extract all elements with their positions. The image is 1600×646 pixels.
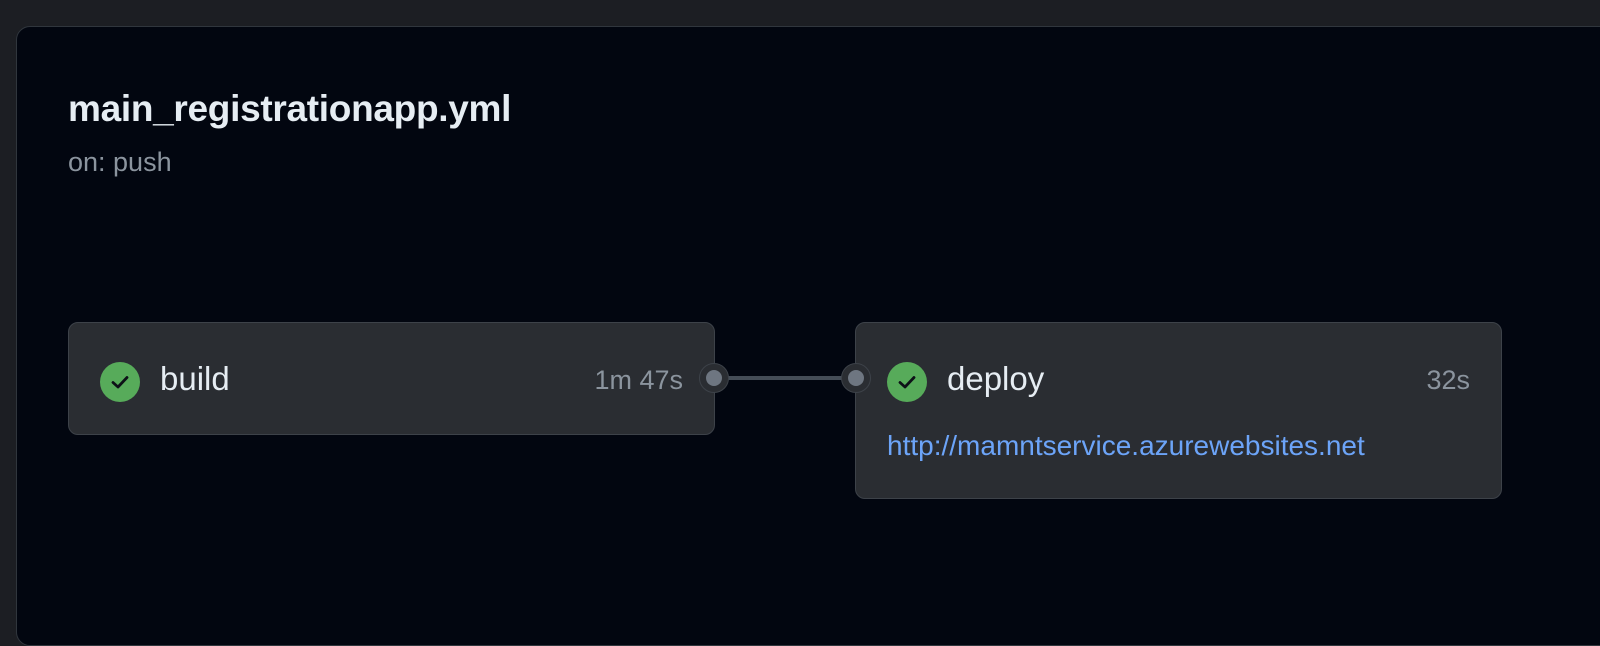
port-dot bbox=[848, 370, 864, 386]
job-name: deploy bbox=[947, 360, 1045, 397]
job-card-build[interactable]: build 1m 47s bbox=[68, 322, 715, 435]
job-duration: 32s bbox=[1426, 365, 1470, 395]
job-duration: 1m 47s bbox=[594, 365, 683, 395]
job-connector-line bbox=[720, 376, 850, 380]
job-name: build bbox=[160, 360, 230, 397]
environment-url-link[interactable]: http://mamntservice.azurewebsites.net bbox=[887, 430, 1365, 462]
workflow-trigger: on: push bbox=[68, 147, 172, 177]
connector-port-out bbox=[699, 363, 729, 393]
check-circle-icon bbox=[100, 362, 140, 402]
workflow-title: main_registrationapp.yml bbox=[68, 88, 512, 129]
port-dot bbox=[706, 370, 722, 386]
check-circle-icon bbox=[887, 362, 927, 402]
connector-port-in bbox=[841, 363, 871, 393]
job-card-deploy[interactable]: deploy 32s http://mamntservice.azurewebs… bbox=[855, 322, 1502, 499]
